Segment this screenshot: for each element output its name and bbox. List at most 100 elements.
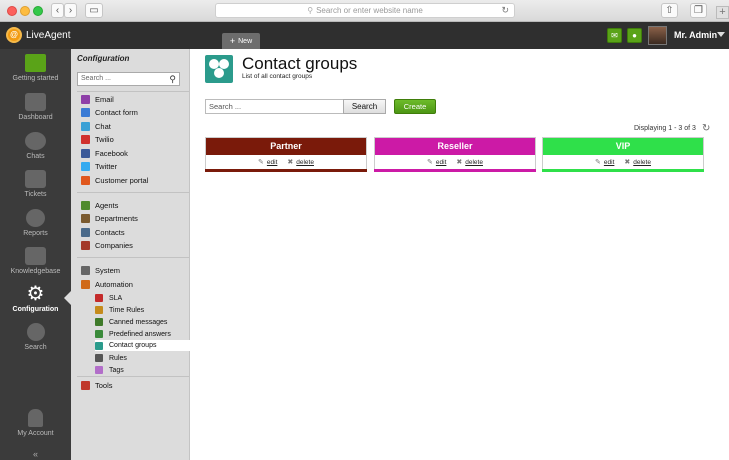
delete-link[interactable]: ✖ delete [624, 158, 651, 166]
portal-icon [81, 175, 90, 185]
minimize-window-button[interactable] [20, 6, 30, 16]
tabs-overview-icon[interactable]: ❐ [690, 3, 707, 18]
new-tab-button[interactable]: + New [222, 33, 260, 49]
avatar[interactable] [648, 26, 667, 45]
refresh-icon[interactable]: ↻ [702, 123, 710, 134]
automation-icon [81, 279, 90, 289]
rules-icon [95, 354, 103, 362]
menu-label: Chat [95, 121, 111, 131]
new-browser-tab-button[interactable]: + [716, 6, 729, 19]
predefined-answers-icon [95, 330, 103, 338]
nav-label: Chats [26, 153, 45, 160]
config-item-tags[interactable]: Tags [95, 364, 124, 376]
config-item-twilio[interactable]: Twilio [81, 133, 114, 145]
twitter-icon [81, 161, 90, 171]
nav-label: Knowledgebase [10, 268, 61, 275]
collapse-sidebar-button[interactable]: « [0, 448, 71, 460]
menu-label: Predefined answers [109, 330, 171, 338]
config-search-placeholder: Search ... [81, 75, 111, 82]
edit-link[interactable]: ✎ edit [595, 158, 614, 166]
nav-knowledgebase[interactable]: Knowledgebase [0, 247, 71, 285]
config-item-facebook[interactable]: Facebook [81, 147, 128, 159]
config-item-automation[interactable]: Automation [81, 278, 133, 290]
menu-label: Twilio [95, 134, 114, 144]
config-item-tools[interactable]: Tools [81, 379, 113, 391]
forward-button[interactable]: › [64, 3, 77, 18]
search-icon[interactable]: ⚲ [169, 73, 176, 85]
divider [77, 91, 189, 92]
config-item-predefined-answers[interactable]: Predefined answers [95, 328, 171, 340]
edit-link[interactable]: ✎ edit [427, 158, 446, 166]
config-item-sla[interactable]: SLA [95, 292, 122, 304]
tag-icon [95, 366, 103, 374]
menu-label: Customer portal [95, 175, 149, 185]
contact-form-icon [81, 107, 90, 117]
phone-icon [81, 134, 90, 144]
chevron-down-icon[interactable] [717, 32, 725, 37]
config-item-contact-form[interactable]: Contact form [81, 106, 138, 118]
delete-link[interactable]: ✖ delete [287, 158, 314, 166]
chat-notification-icon[interactable]: ● [627, 28, 642, 43]
group-card-reseller: Reseller ✎ edit ✖ delete [374, 137, 536, 172]
config-search-input[interactable]: Search ... ⚲ [77, 72, 180, 86]
config-item-contacts[interactable]: Contacts [81, 226, 125, 238]
config-item-chat[interactable]: Chat [81, 120, 111, 132]
sidebar-toggle-icon[interactable]: ▭ [85, 3, 103, 18]
nav-getting-started[interactable]: Getting started [0, 54, 71, 92]
menu-label: Contacts [95, 227, 125, 237]
group-name: Reseller [375, 138, 535, 155]
nav-dashboard[interactable]: Dashboard [0, 93, 71, 131]
page-subtitle: List of all contact groups [242, 73, 313, 80]
config-item-email[interactable]: Email [81, 93, 114, 105]
tools-icon [81, 380, 90, 390]
search-button[interactable]: Search [343, 99, 386, 114]
liveagent-logo[interactable]: @ LiveAgent [6, 27, 70, 43]
nav-label: Search [24, 344, 47, 351]
browser-toolbar: ‹ › ▭ ⚲ Search or enter website name ↻ ⇧… [0, 0, 729, 22]
config-item-agents[interactable]: Agents [81, 199, 118, 211]
share-icon[interactable]: ⇧ [661, 3, 678, 18]
config-item-rules[interactable]: Rules [95, 352, 127, 364]
config-item-twitter[interactable]: Twitter [81, 160, 117, 172]
nav-reports[interactable]: Reports [0, 209, 71, 247]
config-item-companies[interactable]: Companies [81, 239, 133, 251]
contact-groups-icon [205, 55, 233, 83]
card-actions: ✎ edit ✖ delete [543, 155, 703, 168]
edit-link[interactable]: ✎ edit [258, 158, 277, 166]
config-item-canned-messages[interactable]: Canned messages [95, 316, 167, 328]
new-tab-label: New [238, 37, 253, 45]
companies-icon [81, 240, 90, 250]
maximize-window-button[interactable] [33, 6, 43, 16]
nav-chats[interactable]: Chats [0, 132, 71, 170]
config-item-contact-groups[interactable]: Contact groups [95, 340, 190, 351]
config-item-departments[interactable]: Departments [81, 212, 138, 224]
sla-icon [95, 294, 103, 302]
menu-label: Contact groups [109, 342, 157, 349]
back-button[interactable]: ‹ [51, 3, 64, 18]
nav-label: Dashboard [18, 114, 53, 121]
nav-label: Tickets [24, 191, 47, 198]
nav-search[interactable]: Search [0, 323, 71, 361]
close-window-button[interactable] [7, 6, 17, 16]
config-item-time-rules[interactable]: Time Rules [95, 304, 144, 316]
page-title: Contact groups [242, 54, 358, 73]
user-name[interactable]: Mr. Admin [674, 30, 717, 40]
menu-label: Canned messages [109, 318, 168, 326]
url-bar[interactable]: ⚲ Search or enter website name ↻ [215, 3, 515, 18]
email-notification-icon[interactable]: ✉ [607, 28, 622, 43]
delete-link[interactable]: ✖ delete [456, 158, 483, 166]
chat-icon [81, 121, 90, 131]
nav-my-account[interactable]: My Account [0, 409, 71, 447]
search-input[interactable]: Search ... [205, 99, 344, 114]
create-button[interactable]: Create [394, 99, 436, 114]
main-navigation: Getting started Dashboard Chats Tickets … [0, 49, 71, 460]
config-item-customer-portal[interactable]: Customer portal [81, 174, 148, 186]
nav-tickets[interactable]: Tickets [0, 170, 71, 208]
nav-configuration[interactable]: ⚙ Configuration [0, 284, 71, 323]
divider [77, 376, 189, 377]
reload-icon[interactable]: ↻ [501, 5, 509, 16]
facebook-icon [81, 148, 90, 158]
menu-label: Tags [109, 366, 124, 374]
config-item-system[interactable]: System [81, 264, 120, 276]
chat-bubble-icon [25, 132, 46, 150]
